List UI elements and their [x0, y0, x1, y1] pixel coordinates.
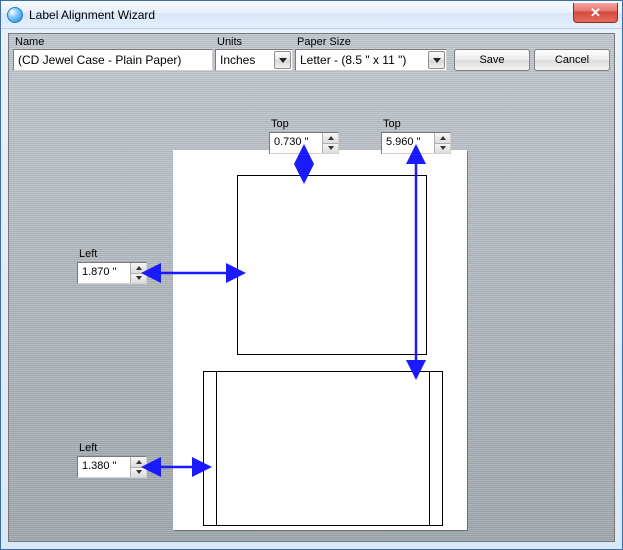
save-button[interactable]: Save	[454, 49, 530, 71]
top2-value: 5.960 "	[382, 133, 434, 153]
name-input[interactable]	[13, 49, 213, 71]
spine-line-left	[216, 372, 217, 525]
top1-increment[interactable]	[323, 133, 338, 144]
left2-increment[interactable]	[131, 457, 146, 468]
close-button[interactable]: ✕	[573, 3, 618, 23]
left2-label: Left	[79, 442, 97, 454]
chevron-up-icon	[328, 136, 334, 140]
units-label: Units	[215, 36, 293, 49]
paper-sheet	[173, 150, 467, 530]
top1-label: Top	[271, 118, 289, 130]
left1-decrement[interactable]	[131, 274, 146, 284]
top2-decrement[interactable]	[435, 144, 450, 154]
top2-increment[interactable]	[435, 133, 450, 144]
chevron-down-icon	[433, 58, 441, 63]
chevron-down-icon	[136, 470, 142, 474]
top1-decrement[interactable]	[323, 144, 338, 154]
units-select[interactable]: Inches	[215, 49, 293, 71]
left1-increment[interactable]	[131, 263, 146, 274]
chevron-down-icon	[440, 146, 446, 150]
name-label: Name	[13, 36, 213, 49]
units-value: Inches	[220, 53, 255, 67]
chevron-down-icon	[328, 146, 334, 150]
chevron-up-icon	[440, 136, 446, 140]
paper-size-select[interactable]: Letter - (8.5 " x 11 ")	[295, 49, 447, 71]
window-frame: Label Alignment Wizard ✕ Name Units Inch…	[0, 0, 623, 550]
toolbar: Name Units Inches Paper Size Letter - (8…	[9, 34, 614, 71]
label-front	[237, 175, 427, 355]
left1-spinner[interactable]: 1.870 "	[77, 262, 147, 284]
top1-value: 0.730 "	[270, 133, 322, 153]
cancel-button[interactable]: Cancel	[534, 49, 610, 71]
top2-label: Top	[383, 118, 401, 130]
window-title: Label Alignment Wizard	[29, 8, 155, 22]
titlebar: Label Alignment Wizard ✕	[1, 1, 622, 29]
paper-size-value: Letter - (8.5 " x 11 ")	[300, 53, 406, 67]
app-icon	[7, 7, 23, 23]
chevron-down-icon	[279, 58, 287, 63]
top1-spinner[interactable]: 0.730 "	[269, 132, 339, 154]
paper-dropdown-button[interactable]	[428, 51, 445, 69]
preview-canvas: Top 0.730 " Top 5.960 " Left 1.87	[9, 78, 614, 541]
label-back	[203, 371, 443, 526]
left2-value: 1.380 "	[78, 457, 130, 477]
chevron-up-icon	[136, 266, 142, 270]
left1-value: 1.870 "	[78, 263, 130, 283]
close-icon: ✕	[590, 5, 601, 21]
paper-label: Paper Size	[295, 36, 447, 49]
units-dropdown-button[interactable]	[274, 51, 291, 69]
chevron-up-icon	[136, 460, 142, 464]
left2-spinner[interactable]: 1.380 "	[77, 456, 147, 478]
chevron-down-icon	[136, 276, 142, 280]
spine-line-right	[429, 372, 430, 525]
left2-decrement[interactable]	[131, 468, 146, 478]
content-panel: Name Units Inches Paper Size Letter - (8…	[8, 33, 615, 542]
left1-label: Left	[79, 248, 97, 260]
top2-spinner[interactable]: 5.960 "	[381, 132, 451, 154]
